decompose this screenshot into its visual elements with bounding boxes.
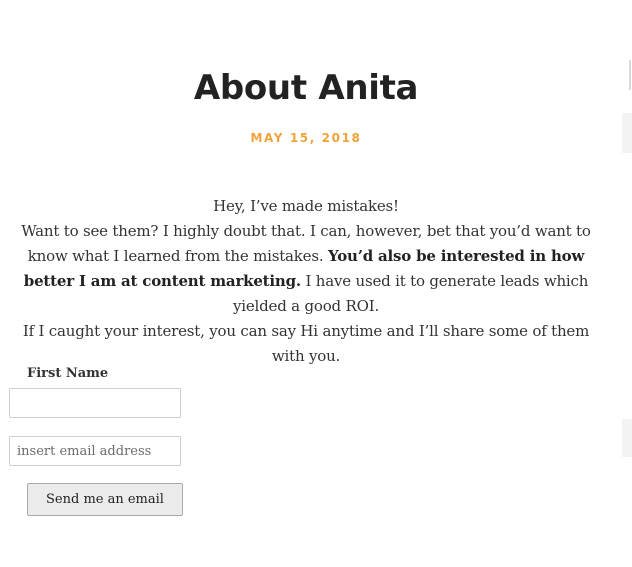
sidebar-edge-block [622, 113, 632, 153]
sidebar-edge-block [622, 419, 632, 457]
first-name-label: First Name [27, 366, 109, 381]
content-paragraph: Want to see them? I highly doubt that. I… [12, 219, 600, 319]
post-date: MAY 15, 2018 [250, 131, 362, 145]
page-title: About Anita [193, 68, 419, 108]
sidebar-edge-divider [629, 60, 631, 90]
content-intro: Hey, I’ve made mistakes! [213, 197, 399, 215]
post-content: Hey, I’ve made mistakes! Want to see the… [12, 194, 600, 369]
first-name-field[interactable] [9, 388, 181, 418]
send-email-button[interactable]: Send me an email [27, 483, 183, 516]
content-closing: If I caught your interest, you can say H… [22, 322, 590, 365]
email-field[interactable] [9, 436, 181, 466]
